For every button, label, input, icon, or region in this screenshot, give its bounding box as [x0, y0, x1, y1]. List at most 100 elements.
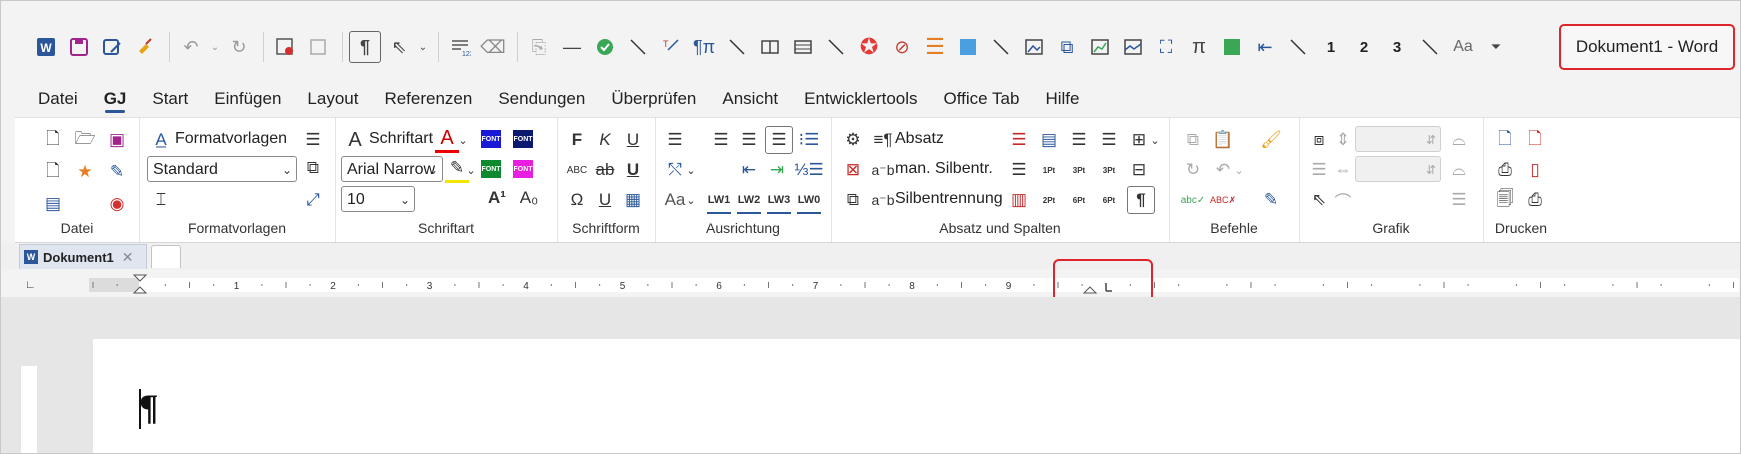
font-select[interactable]: Arial Narrow ⌄: [341, 156, 443, 182]
select-pointer-icon[interactable]: ⇖: [1307, 188, 1331, 212]
font-color-dropdown-icon[interactable]: ⌄: [457, 128, 469, 152]
number-3-button[interactable]: 3: [1382, 32, 1412, 62]
tab-selector-icon[interactable]: ∟: [25, 279, 36, 291]
autocorrect-icon[interactable]: ✎: [1259, 188, 1283, 212]
paste-text-icon[interactable]: ⎘: [524, 32, 554, 62]
tab-ansicht[interactable]: Ansicht: [709, 81, 791, 117]
font-badge-navy[interactable]: FONT: [513, 130, 533, 148]
format-painter-icon[interactable]: [130, 32, 160, 62]
check-green-icon[interactable]: [590, 32, 620, 62]
tab-entwicklertools[interactable]: Entwicklertools: [791, 81, 930, 117]
document-info-icon[interactable]: ▤: [41, 192, 65, 216]
number-2-button[interactable]: 2: [1349, 32, 1379, 62]
pilcrow-pi-icon[interactable]: ¶π: [689, 32, 719, 62]
tab-layout[interactable]: Layout: [294, 81, 371, 117]
bullet-list-icon[interactable]: ⁝☰: [797, 128, 821, 152]
wrap-bottom-icon[interactable]: ⌓: [1447, 158, 1471, 182]
print-settings-icon[interactable]: ⎙: [1493, 158, 1517, 182]
double-underline-icon[interactable]: U: [621, 158, 645, 182]
open-folder-icon[interactable]: 🗁: [73, 128, 97, 152]
select-dropdown-icon[interactable]: ⌄: [417, 32, 429, 62]
line-spacing-icon[interactable]: ☰: [1007, 158, 1031, 182]
change-case-button[interactable]: Aa: [1448, 32, 1478, 62]
undo-icon[interactable]: ↶: [1211, 158, 1235, 182]
spacing-3pt-after-button[interactable]: 3Pt: [1097, 158, 1121, 182]
tab-einfuegen[interactable]: Einfügen: [201, 81, 294, 117]
picture-icon[interactable]: [1019, 32, 1049, 62]
font-icon[interactable]: A: [343, 128, 367, 152]
lw3-button[interactable]: LW3: [767, 188, 791, 214]
tab-sendungen[interactable]: Sendungen: [485, 81, 598, 117]
spacing-6pt-button[interactable]: 6Pt: [1067, 188, 1091, 212]
customize-qat-icon[interactable]: ⏷: [1481, 32, 1511, 62]
print-preview-icon[interactable]: [270, 32, 300, 62]
no-hyphen-icon[interactable]: ⊠: [841, 158, 865, 182]
show-paragraph-marks-icon[interactable]: ¶: [1127, 186, 1155, 214]
horizontal-line-icon[interactable]: —: [557, 32, 587, 62]
new-tab-button[interactable]: [151, 245, 181, 268]
show-formatting-icon[interactable]: ¶: [349, 31, 381, 63]
vertical-ruler[interactable]: [21, 366, 37, 453]
expand-styles-icon[interactable]: ⤢: [301, 188, 325, 212]
tab-gj[interactable]: GJ: [91, 81, 140, 117]
undo-icon[interactable]: ↶: [176, 32, 206, 62]
underline-thin-icon[interactable]: U: [593, 188, 617, 212]
borders-icon[interactable]: ⊞: [1127, 128, 1151, 152]
align-top-icon[interactable]: ☰: [1307, 158, 1331, 182]
borders-dropdown-icon[interactable]: ⌄: [1149, 128, 1161, 152]
absatz-button[interactable]: Absatz: [895, 130, 944, 148]
styles-icon[interactable]: A̲: [149, 128, 173, 152]
increase-indent-icon[interactable]: ⇥: [765, 158, 789, 182]
tab-ueberpruefen[interactable]: Überprüfen: [598, 81, 709, 117]
image-width-field[interactable]: ⇵: [1355, 156, 1441, 182]
spellcheck-off-icon[interactable]: ABC✗: [1210, 188, 1236, 212]
picture-move-icon[interactable]: ⧉: [1052, 32, 1082, 62]
decrease-indent-icon[interactable]: ⇤: [737, 158, 761, 182]
list-orange-icon[interactable]: ☰: [920, 32, 950, 62]
eraser-icon[interactable]: ⌫: [478, 32, 508, 62]
chart-picture-icon[interactable]: [1085, 32, 1115, 62]
font-badge-magenta[interactable]: FONT: [513, 160, 533, 178]
save-icon[interactable]: [64, 32, 94, 62]
change-case-button[interactable]: Aa: [663, 188, 687, 212]
save-as-icon[interactable]: [97, 32, 127, 62]
print-document-icon[interactable]: 🗋: [1493, 128, 1517, 152]
print-preview-icon[interactable]: ◉: [105, 192, 129, 216]
small-caps-button[interactable]: ABC: [565, 158, 589, 182]
spacing-1pt-button[interactable]: 1Pt: [1037, 158, 1061, 182]
print-red-icon[interactable]: ▯: [1523, 158, 1547, 182]
undo-dropdown-icon[interactable]: ⌄: [1233, 158, 1245, 182]
spacing-6pt-after-button[interactable]: 6Pt: [1097, 188, 1121, 212]
style-list-icon[interactable]: ☰: [301, 128, 325, 152]
justify-icon[interactable]: ☰: [765, 126, 793, 154]
paragraph-box-icon[interactable]: ▤: [1037, 128, 1061, 152]
document-page[interactable]: [93, 339, 1740, 453]
lw0-button[interactable]: LW0: [797, 188, 821, 214]
font-size-select[interactable]: 10 ⌄: [341, 186, 415, 212]
paragraph-format-icon[interactable]: ⚙: [841, 128, 865, 152]
close-icon[interactable]: ✕: [122, 249, 134, 266]
document-tab[interactable]: W Dokument1 ✕: [19, 244, 147, 269]
font-badge-green[interactable]: FONT: [481, 160, 501, 178]
word-logo-icon[interactable]: W: [31, 32, 61, 62]
green-square-icon[interactable]: [1217, 32, 1247, 62]
copy-icon[interactable]: ⧉: [1181, 128, 1205, 152]
font-badge-blue[interactable]: FONT: [481, 130, 501, 148]
redo-icon[interactable]: ↻: [1181, 158, 1205, 182]
man-silbentr-button[interactable]: man. Silbentr.: [895, 160, 993, 178]
style-brush-icon[interactable]: ⌶: [149, 188, 173, 212]
star-icon[interactable]: ✪: [854, 32, 884, 62]
translate-icon[interactable]: T: [656, 32, 686, 62]
hyphenation-image-icon[interactable]: ⧉: [841, 188, 865, 212]
spacing-after-icon[interactable]: ☰: [1097, 128, 1121, 152]
columns-icon[interactable]: ▥: [1007, 188, 1031, 212]
style-select[interactable]: Standard ⌄: [147, 156, 297, 182]
landscape-icon[interactable]: [1118, 32, 1148, 62]
checkbox-icon[interactable]: [303, 32, 333, 62]
absatz-icon[interactable]: ≡¶: [871, 128, 895, 152]
bold-button[interactable]: F: [565, 128, 589, 152]
crop-icon[interactable]: ⛶: [1151, 32, 1181, 62]
silbentrennung-icon[interactable]: a⁻b: [871, 188, 895, 212]
numbered-list-icon[interactable]: ⅓☰: [794, 158, 823, 182]
tab-office-tab[interactable]: Office Tab: [931, 81, 1033, 117]
